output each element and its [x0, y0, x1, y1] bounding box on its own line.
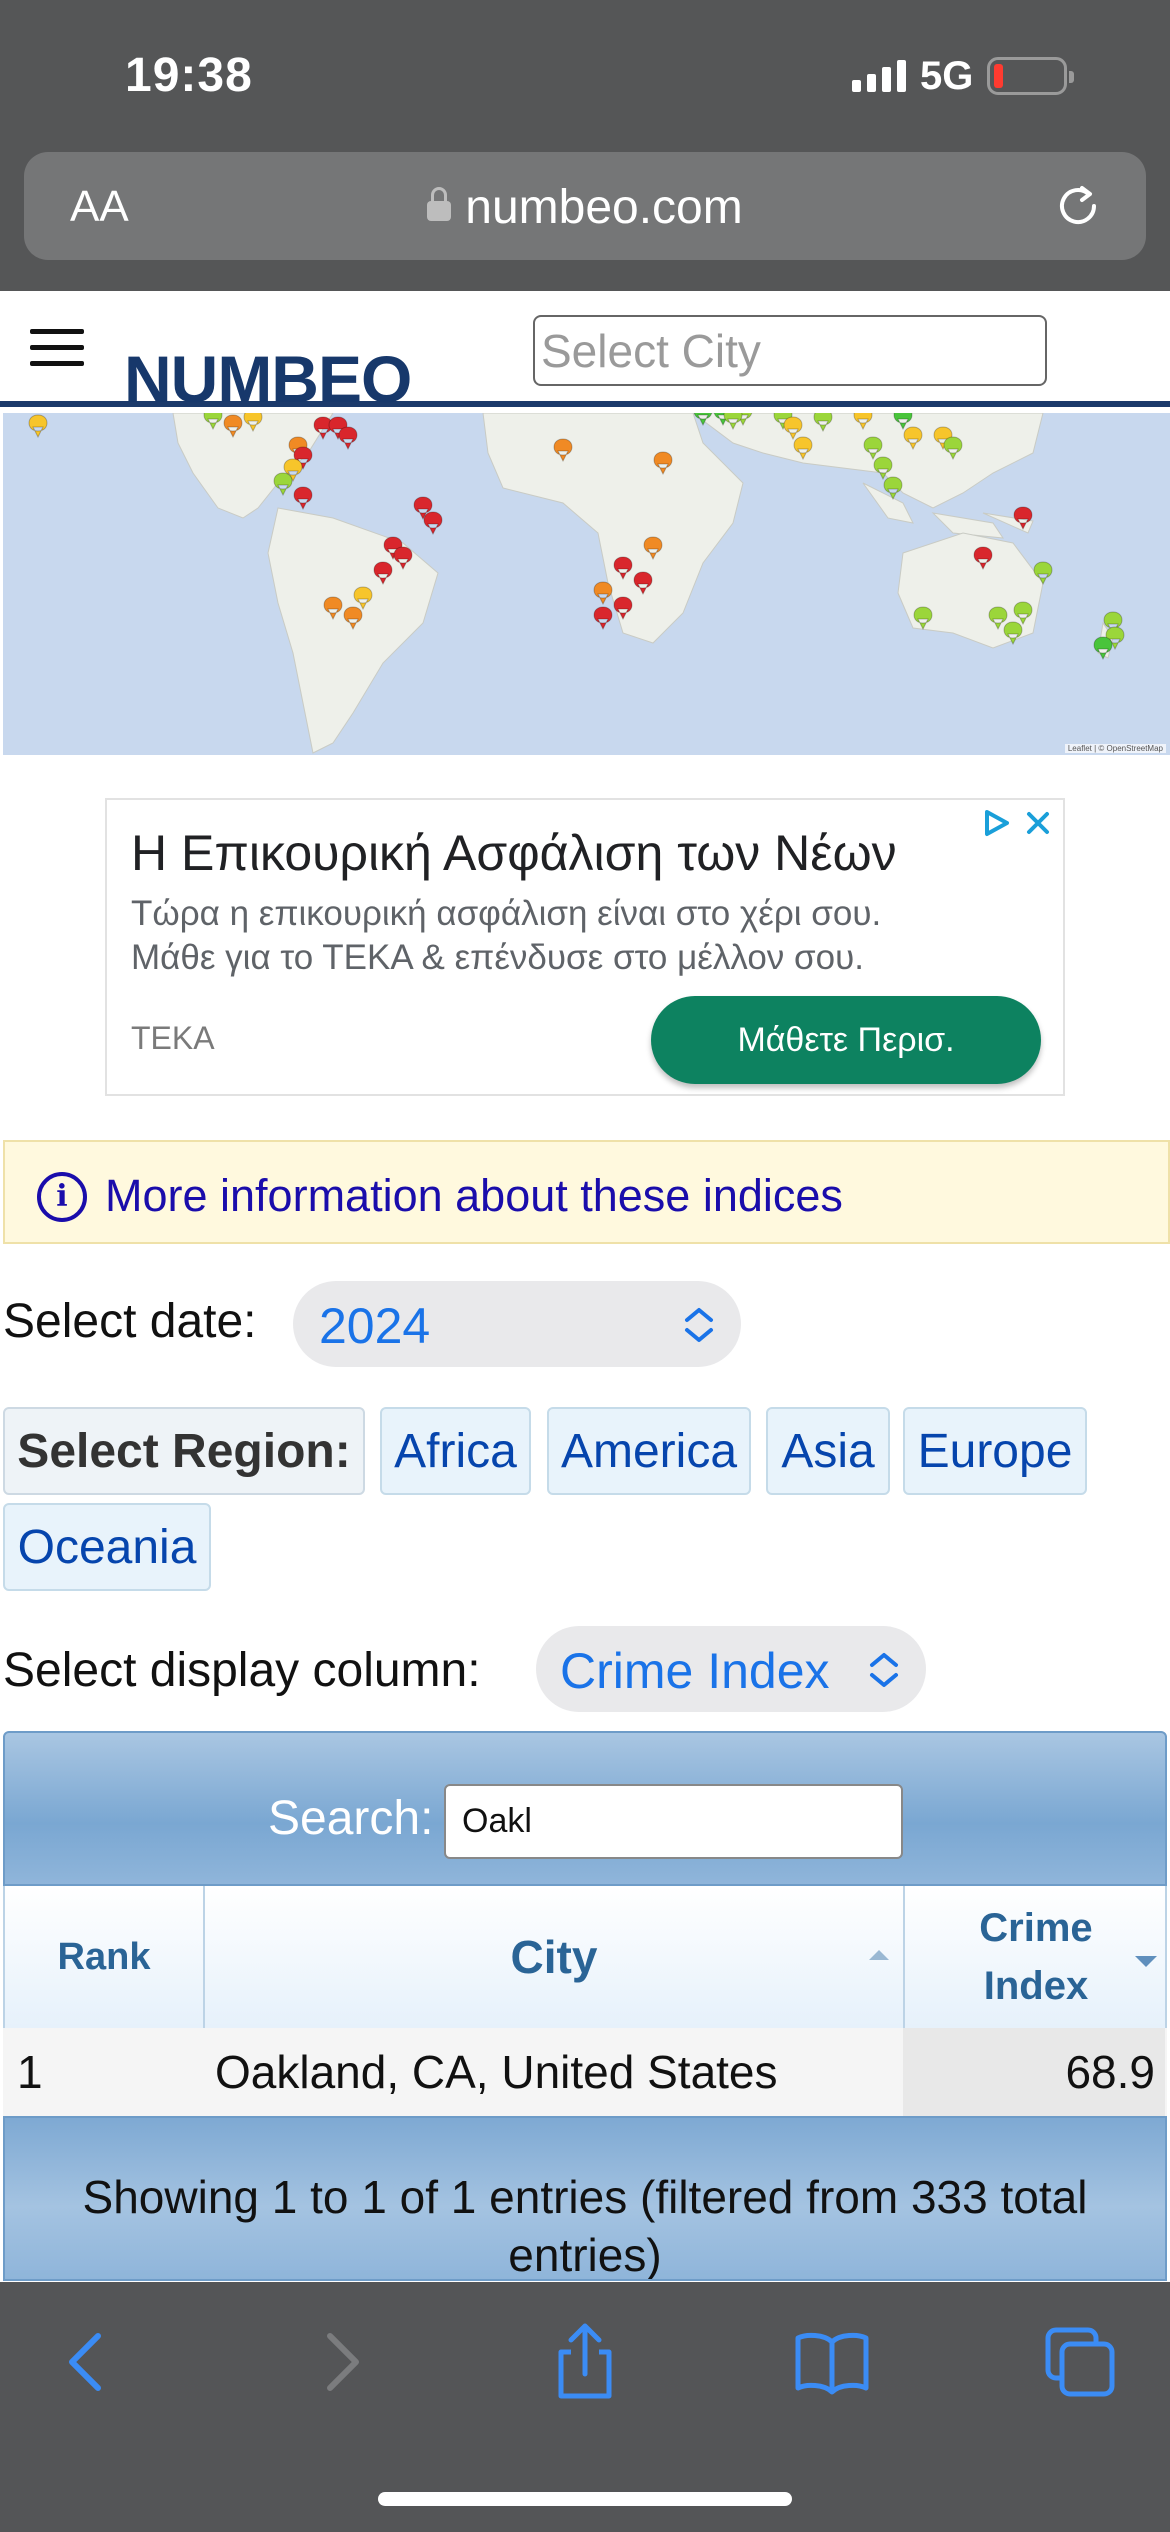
cell-rank: 1 — [17, 2046, 43, 2098]
cell-city[interactable]: Oakland, CA, United States — [215, 2028, 778, 2116]
chevron-updown-icon — [685, 1308, 713, 1342]
table-info-footer: Showing 1 to 1 of 1 entries (filtered fr… — [3, 2116, 1167, 2281]
date-value: 2024 — [319, 1298, 431, 1354]
menu-icon[interactable] — [30, 329, 84, 367]
sort-asc-icon — [869, 1950, 889, 1960]
region-africa[interactable]: Africa — [380, 1407, 531, 1495]
home-indicator[interactable] — [378, 2492, 792, 2506]
region-america[interactable]: America — [547, 1407, 751, 1495]
table-header: Rank City Crime Index — [3, 1886, 1167, 2028]
battery-icon — [987, 57, 1075, 95]
date-select[interactable]: 2024 — [293, 1281, 741, 1367]
map-marker[interactable] — [593, 606, 613, 631]
ad-cta-button[interactable]: Μάθετε Περισ. — [651, 996, 1041, 1084]
site-header: NUMBEO — [0, 291, 1170, 416]
reload-icon[interactable] — [1052, 180, 1104, 232]
column-value: Crime Index — [560, 1643, 830, 1699]
forward-icon[interactable] — [300, 2322, 380, 2402]
tabs-icon[interactable] — [1040, 2322, 1120, 2402]
adchoices-icon[interactable] — [981, 808, 1011, 838]
map-marker[interactable] — [293, 486, 313, 511]
search-label: Search: — [268, 1792, 434, 1845]
select-date-label: Select date: — [3, 1295, 257, 1348]
entries-info: Showing 1 to 1 of 1 entries (filtered fr… — [82, 2171, 1088, 2281]
browser-top-bar: 19:38 5G AA numbeo.com — [0, 0, 1170, 291]
status-indicators: 5G — [852, 52, 1075, 100]
column-header-rank[interactable]: Rank — [5, 1886, 205, 2028]
ad-brand: TEKA — [131, 1020, 215, 1056]
map-marker[interactable] — [338, 426, 358, 451]
ad-banner[interactable]: Η Επικουρική Ασφάλιση των Νέων Τώρα η επ… — [105, 798, 1065, 1096]
signal-icon — [852, 60, 906, 92]
select-column-label: Select display column: — [3, 1644, 481, 1697]
info-banner[interactable]: i More information about these indices — [3, 1140, 1170, 1244]
address-bar[interactable]: AA numbeo.com — [24, 152, 1146, 260]
chevron-updown-icon — [870, 1653, 898, 1687]
network-type: 5G — [920, 53, 974, 98]
url-field[interactable]: numbeo.com — [24, 180, 1146, 235]
ad-body: Τώρα η επικουρική ασφάλιση είναι στο χέρ… — [131, 894, 882, 977]
table-search-bar: Search: — [3, 1731, 1167, 1886]
select-region-label: Select Region: — [3, 1407, 365, 1495]
cell-crime-index: 68.9 — [903, 2028, 1165, 2116]
display-column-select[interactable]: Crime Index — [536, 1626, 926, 1712]
table-row[interactable]: 1 Oakland, CA, United States 68.9 — [3, 2028, 1167, 2116]
region-oceania[interactable]: Oceania — [3, 1503, 211, 1591]
share-icon[interactable] — [545, 2322, 625, 2402]
region-asia[interactable]: Asia — [766, 1407, 890, 1495]
more-info-link[interactable]: More information about these indices — [105, 1170, 843, 1222]
url-text: numbeo.com — [465, 181, 743, 234]
table-search-input[interactable] — [444, 1784, 903, 1859]
map-marker[interactable] — [1093, 636, 1113, 661]
ad-controls — [981, 808, 1053, 838]
map-marker[interactable] — [273, 472, 293, 497]
map-marker[interactable] — [593, 581, 613, 606]
numbeo-logo[interactable]: NUMBEO — [124, 341, 412, 417]
crime-map[interactable]: Leaflet | © OpenStreetMap — [3, 413, 1170, 755]
lock-icon — [427, 187, 452, 221]
region-europe[interactable]: Europe — [903, 1407, 1087, 1495]
world-map-svg — [28, 413, 1125, 754]
bookmarks-icon[interactable] — [792, 2322, 872, 2402]
info-icon: i — [37, 1172, 87, 1222]
map-marker[interactable] — [423, 511, 443, 536]
map-marker[interactable] — [28, 414, 48, 439]
map-attribution: Leaflet | © OpenStreetMap — [1064, 744, 1166, 753]
close-icon[interactable] — [1023, 808, 1053, 838]
ad-title[interactable]: Η Επικουρική Ασφάλιση των Νέων — [131, 824, 897, 882]
sort-desc-icon — [1135, 1956, 1157, 1967]
select-city-input[interactable] — [533, 315, 1047, 386]
column-header-crime-index[interactable]: Crime Index — [905, 1886, 1167, 2028]
browser-bottom-toolbar — [0, 2282, 1170, 2532]
status-time: 19:38 — [125, 49, 253, 102]
back-icon[interactable] — [48, 2322, 128, 2402]
column-header-city[interactable]: City — [205, 1886, 905, 2028]
